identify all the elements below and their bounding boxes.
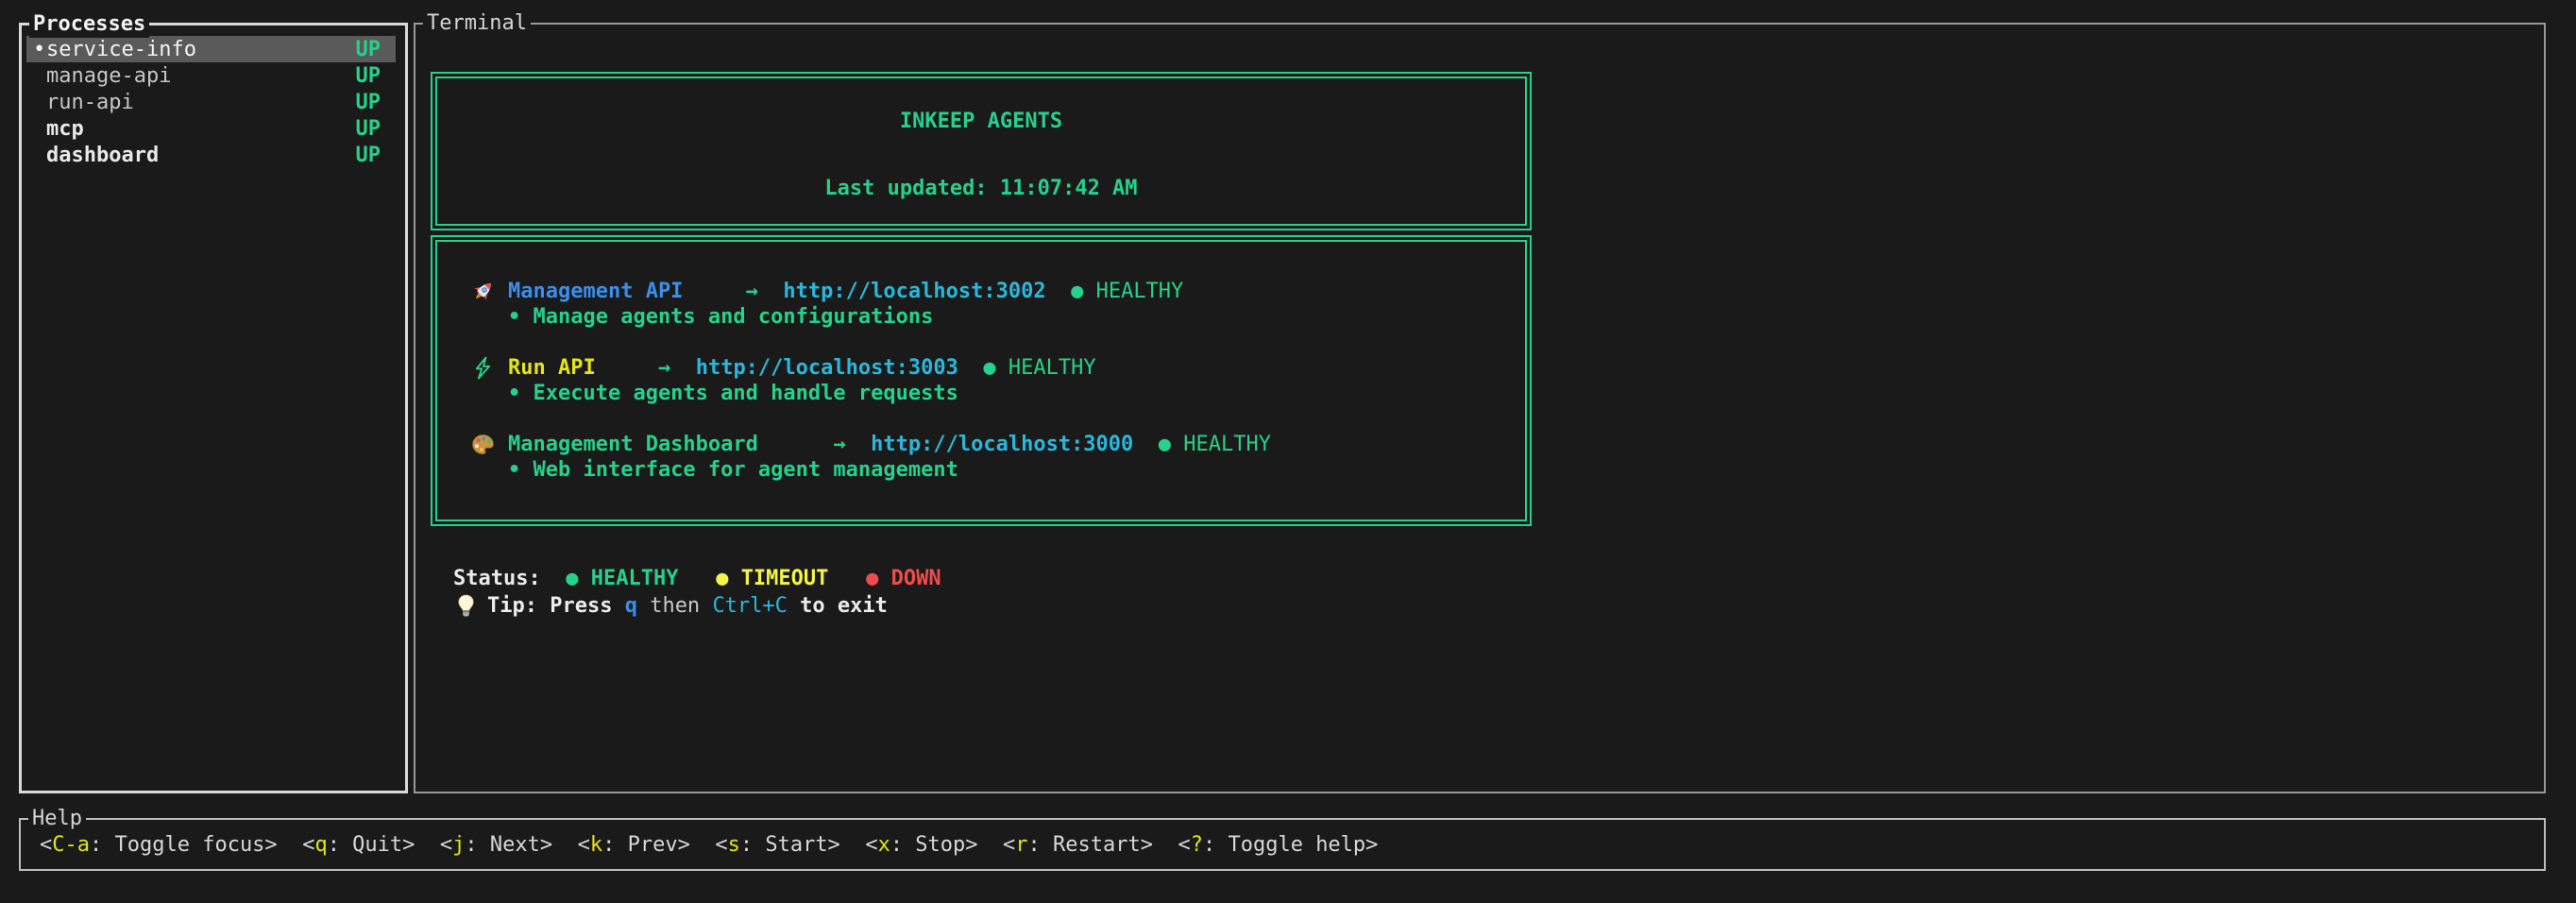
selection-bullet: • bbox=[33, 38, 46, 61]
service-name: Management API bbox=[508, 280, 683, 303]
process-status-badge: UP bbox=[356, 144, 381, 167]
help-shortcut-key: q bbox=[314, 833, 327, 857]
service-url: http://localhost:3002 bbox=[783, 280, 1045, 303]
status-dot: ● bbox=[716, 567, 728, 590]
service-line: Management Dashboard → http://localhost:… bbox=[470, 432, 1525, 457]
help-shortcut-key: r bbox=[1015, 833, 1027, 857]
process-name: service-info bbox=[46, 38, 356, 61]
service-line: Management API → http://localhost:3002 ●… bbox=[470, 279, 1525, 304]
help-shortcut-key: k bbox=[590, 833, 602, 857]
process-row[interactable]: manage-apiUP bbox=[26, 62, 396, 89]
services-box: Management API → http://localhost:3002 ●… bbox=[431, 235, 1532, 526]
status-dot: ● bbox=[1071, 280, 1083, 303]
help-shortcut-label: : Toggle help> bbox=[1203, 833, 1378, 857]
help-shortcut-label: : Stop> bbox=[890, 833, 978, 857]
selection-bullet bbox=[33, 64, 46, 88]
agents-header-box: INKEEP AGENTS Last updated: 11:07:42 AM bbox=[431, 72, 1532, 230]
process-name: manage-api bbox=[46, 64, 356, 88]
service-entry: Management Dashboard → http://localhost:… bbox=[470, 432, 1525, 483]
service-name: Management Dashboard bbox=[508, 433, 758, 456]
agents-title: INKEEP AGENTS bbox=[437, 109, 1525, 134]
process-row[interactable]: dashboardUP bbox=[26, 142, 396, 168]
process-list: •service-infoUP manage-apiUP run-apiUP m… bbox=[22, 26, 405, 168]
rocket-icon bbox=[470, 279, 508, 304]
help-shortcut-key: j bbox=[452, 833, 465, 857]
help-shortcut-key: ? bbox=[1191, 833, 1203, 857]
process-status-badge: UP bbox=[356, 91, 381, 114]
tip-text-segment: then bbox=[637, 593, 712, 619]
status-dot: ● bbox=[866, 567, 878, 590]
process-name: run-api bbox=[46, 91, 356, 114]
service-url: http://localhost:3000 bbox=[871, 433, 1133, 456]
bulb-icon bbox=[453, 593, 487, 619]
help-panel-title: Help bbox=[28, 806, 86, 832]
terminal-panel[interactable]: Terminal INKEEP AGENTS Last updated: 11:… bbox=[414, 23, 2546, 793]
service-list: Management API → http://localhost:3002 ●… bbox=[435, 240, 1527, 521]
service-description: • Web interface for agent management bbox=[470, 457, 1525, 483]
help-shortcut: <q: Quit> bbox=[302, 833, 415, 857]
zap-icon bbox=[470, 355, 508, 381]
process-name: dashboard bbox=[46, 144, 356, 167]
service-line: Run API → http://localhost:3003 ● HEALTH… bbox=[470, 355, 1525, 381]
service-entry: Run API → http://localhost:3003 ● HEALTH… bbox=[470, 355, 1525, 406]
process-name: mcp bbox=[46, 117, 356, 141]
help-shortcut-label: : Start> bbox=[740, 833, 840, 857]
processes-panel: Processes •service-infoUP manage-apiUP r… bbox=[19, 23, 408, 793]
help-shortcut-label: : Toggle focus> bbox=[90, 833, 278, 857]
legend-status-label: DOWN bbox=[891, 567, 941, 590]
service-status: HEALTHY bbox=[1096, 280, 1184, 303]
status-legend-label: Status: bbox=[453, 567, 541, 590]
service-status: HEALTHY bbox=[1008, 356, 1096, 380]
help-panel: Help <C-a: Toggle focus> <q: Quit> <j: N… bbox=[19, 818, 2546, 871]
help-shortcut-key: s bbox=[728, 833, 740, 857]
help-shortcut: <r: Restart> bbox=[1003, 833, 1153, 857]
arrow-glyph: → bbox=[658, 356, 670, 380]
help-shortcut-key: x bbox=[878, 833, 890, 857]
status-dot: ● bbox=[1159, 433, 1171, 456]
status-legend: Status: ● HEALTHY ● TIMEOUT ● DOWN bbox=[453, 566, 2544, 592]
help-shortcut: <C-a: Toggle focus> bbox=[40, 833, 278, 857]
selection-bullet bbox=[33, 117, 46, 141]
help-shortcut-list: <C-a: Toggle focus> <q: Quit> <j: Next> … bbox=[21, 820, 2544, 869]
service-description: • Manage agents and configurations bbox=[470, 304, 1525, 330]
process-row[interactable]: run-apiUP bbox=[26, 89, 396, 115]
last-updated-text: Last updated: 11:07:42 AM bbox=[437, 176, 1525, 201]
process-status-badge: UP bbox=[356, 64, 381, 88]
tip-line: Tip: Press q then Ctrl+C to exit bbox=[453, 592, 2544, 619]
help-shortcut: <x: Stop> bbox=[865, 833, 977, 857]
selection-bullet bbox=[33, 144, 46, 167]
help-shortcut: <k: Prev> bbox=[578, 833, 690, 857]
palette-icon bbox=[470, 432, 508, 457]
tip-text-segment: Tip: Press bbox=[487, 593, 625, 619]
process-row[interactable]: •service-infoUP bbox=[26, 36, 396, 62]
legend-status-label: HEALTHY bbox=[591, 567, 679, 590]
status-dot: ● bbox=[566, 567, 578, 590]
process-status-badge: UP bbox=[356, 117, 381, 141]
processes-panel-title: Processes bbox=[29, 11, 149, 38]
help-shortcut-label: : Next> bbox=[465, 833, 552, 857]
help-shortcut: <j: Next> bbox=[440, 833, 552, 857]
service-url: http://localhost:3003 bbox=[696, 356, 958, 380]
status-dot: ● bbox=[983, 356, 995, 380]
help-shortcut: <s: Start> bbox=[715, 833, 839, 857]
arrow-glyph: → bbox=[746, 280, 758, 303]
tip-text-segment: to exit bbox=[788, 593, 888, 619]
arrow-glyph: → bbox=[833, 433, 845, 456]
service-entry: Management API → http://localhost:3002 ●… bbox=[470, 279, 1525, 330]
help-shortcut-label: : Prev> bbox=[602, 833, 690, 857]
selection-bullet bbox=[33, 91, 46, 114]
process-row[interactable]: mcpUP bbox=[26, 115, 396, 142]
help-shortcut-key: C-a bbox=[52, 833, 90, 857]
help-shortcut: <?: Toggle help> bbox=[1178, 833, 1378, 857]
tip-text-segment: q bbox=[625, 593, 637, 619]
process-status-badge: UP bbox=[356, 38, 381, 61]
legend-status-label: TIMEOUT bbox=[741, 567, 829, 590]
service-name: Run API bbox=[508, 356, 596, 380]
tip-text-segment: Ctrl+C bbox=[712, 593, 787, 619]
service-status: HEALTHY bbox=[1183, 433, 1271, 456]
service-description: • Execute agents and handle requests bbox=[470, 381, 1525, 406]
terminal-output[interactable]: INKEEP AGENTS Last updated: 11:07:42 AM … bbox=[415, 25, 2544, 792]
help-shortcut-label: : Quit> bbox=[328, 833, 415, 857]
help-shortcut-label: : Restart> bbox=[1028, 833, 1153, 857]
